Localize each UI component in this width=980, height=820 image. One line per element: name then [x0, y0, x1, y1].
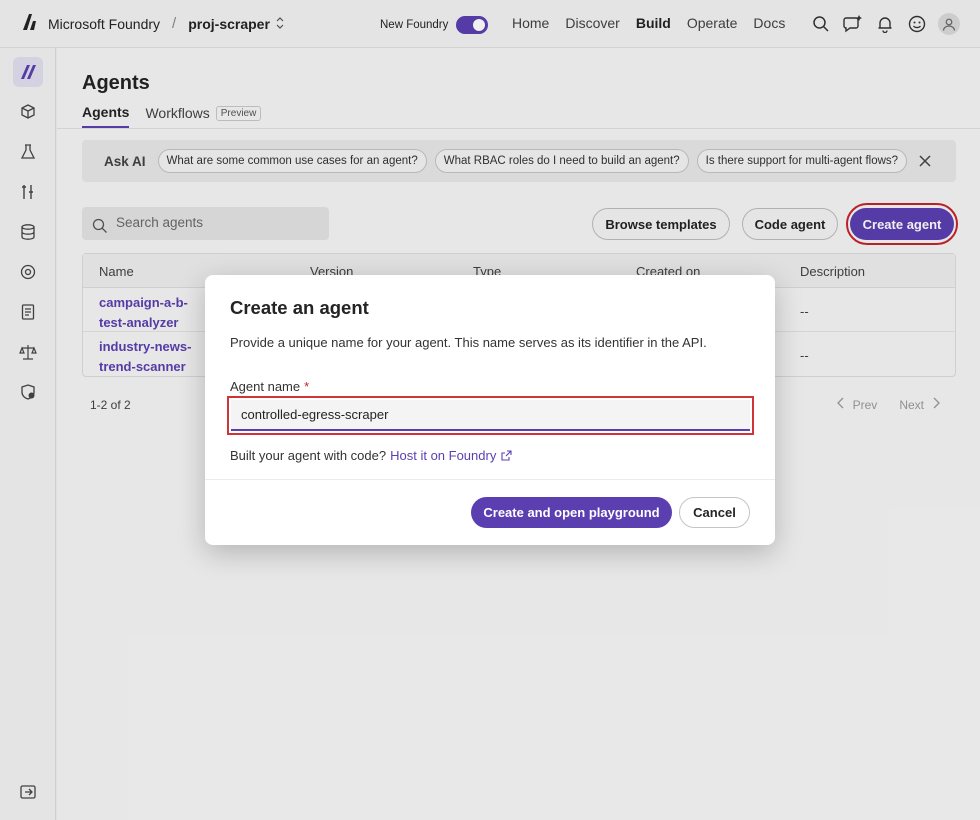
agent-name-label-text: Agent name: [230, 379, 301, 394]
required-marker: *: [304, 379, 310, 394]
host-hint: Built your agent with code? Host it on F…: [230, 447, 512, 464]
host-hint-text: Built your agent with code?: [230, 448, 387, 463]
cancel-button[interactable]: Cancel: [679, 497, 750, 528]
create-agent-dialog: Create an agent Provide a unique name fo…: [205, 275, 775, 545]
external-link-icon[interactable]: [501, 449, 512, 464]
dialog-divider: [205, 479, 775, 480]
dialog-description: Provide a unique name for your agent. Th…: [230, 335, 707, 350]
dialog-title: Create an agent: [230, 297, 369, 318]
agent-name-label: Agent name *: [230, 379, 309, 394]
agent-name-input[interactable]: controlled-egress-scraper: [231, 400, 750, 431]
create-and-open-playground-button[interactable]: Create and open playground: [471, 497, 672, 528]
agent-name-highlight: controlled-egress-scraper: [227, 396, 754, 435]
host-on-foundry-link[interactable]: Host it on Foundry: [390, 448, 496, 463]
